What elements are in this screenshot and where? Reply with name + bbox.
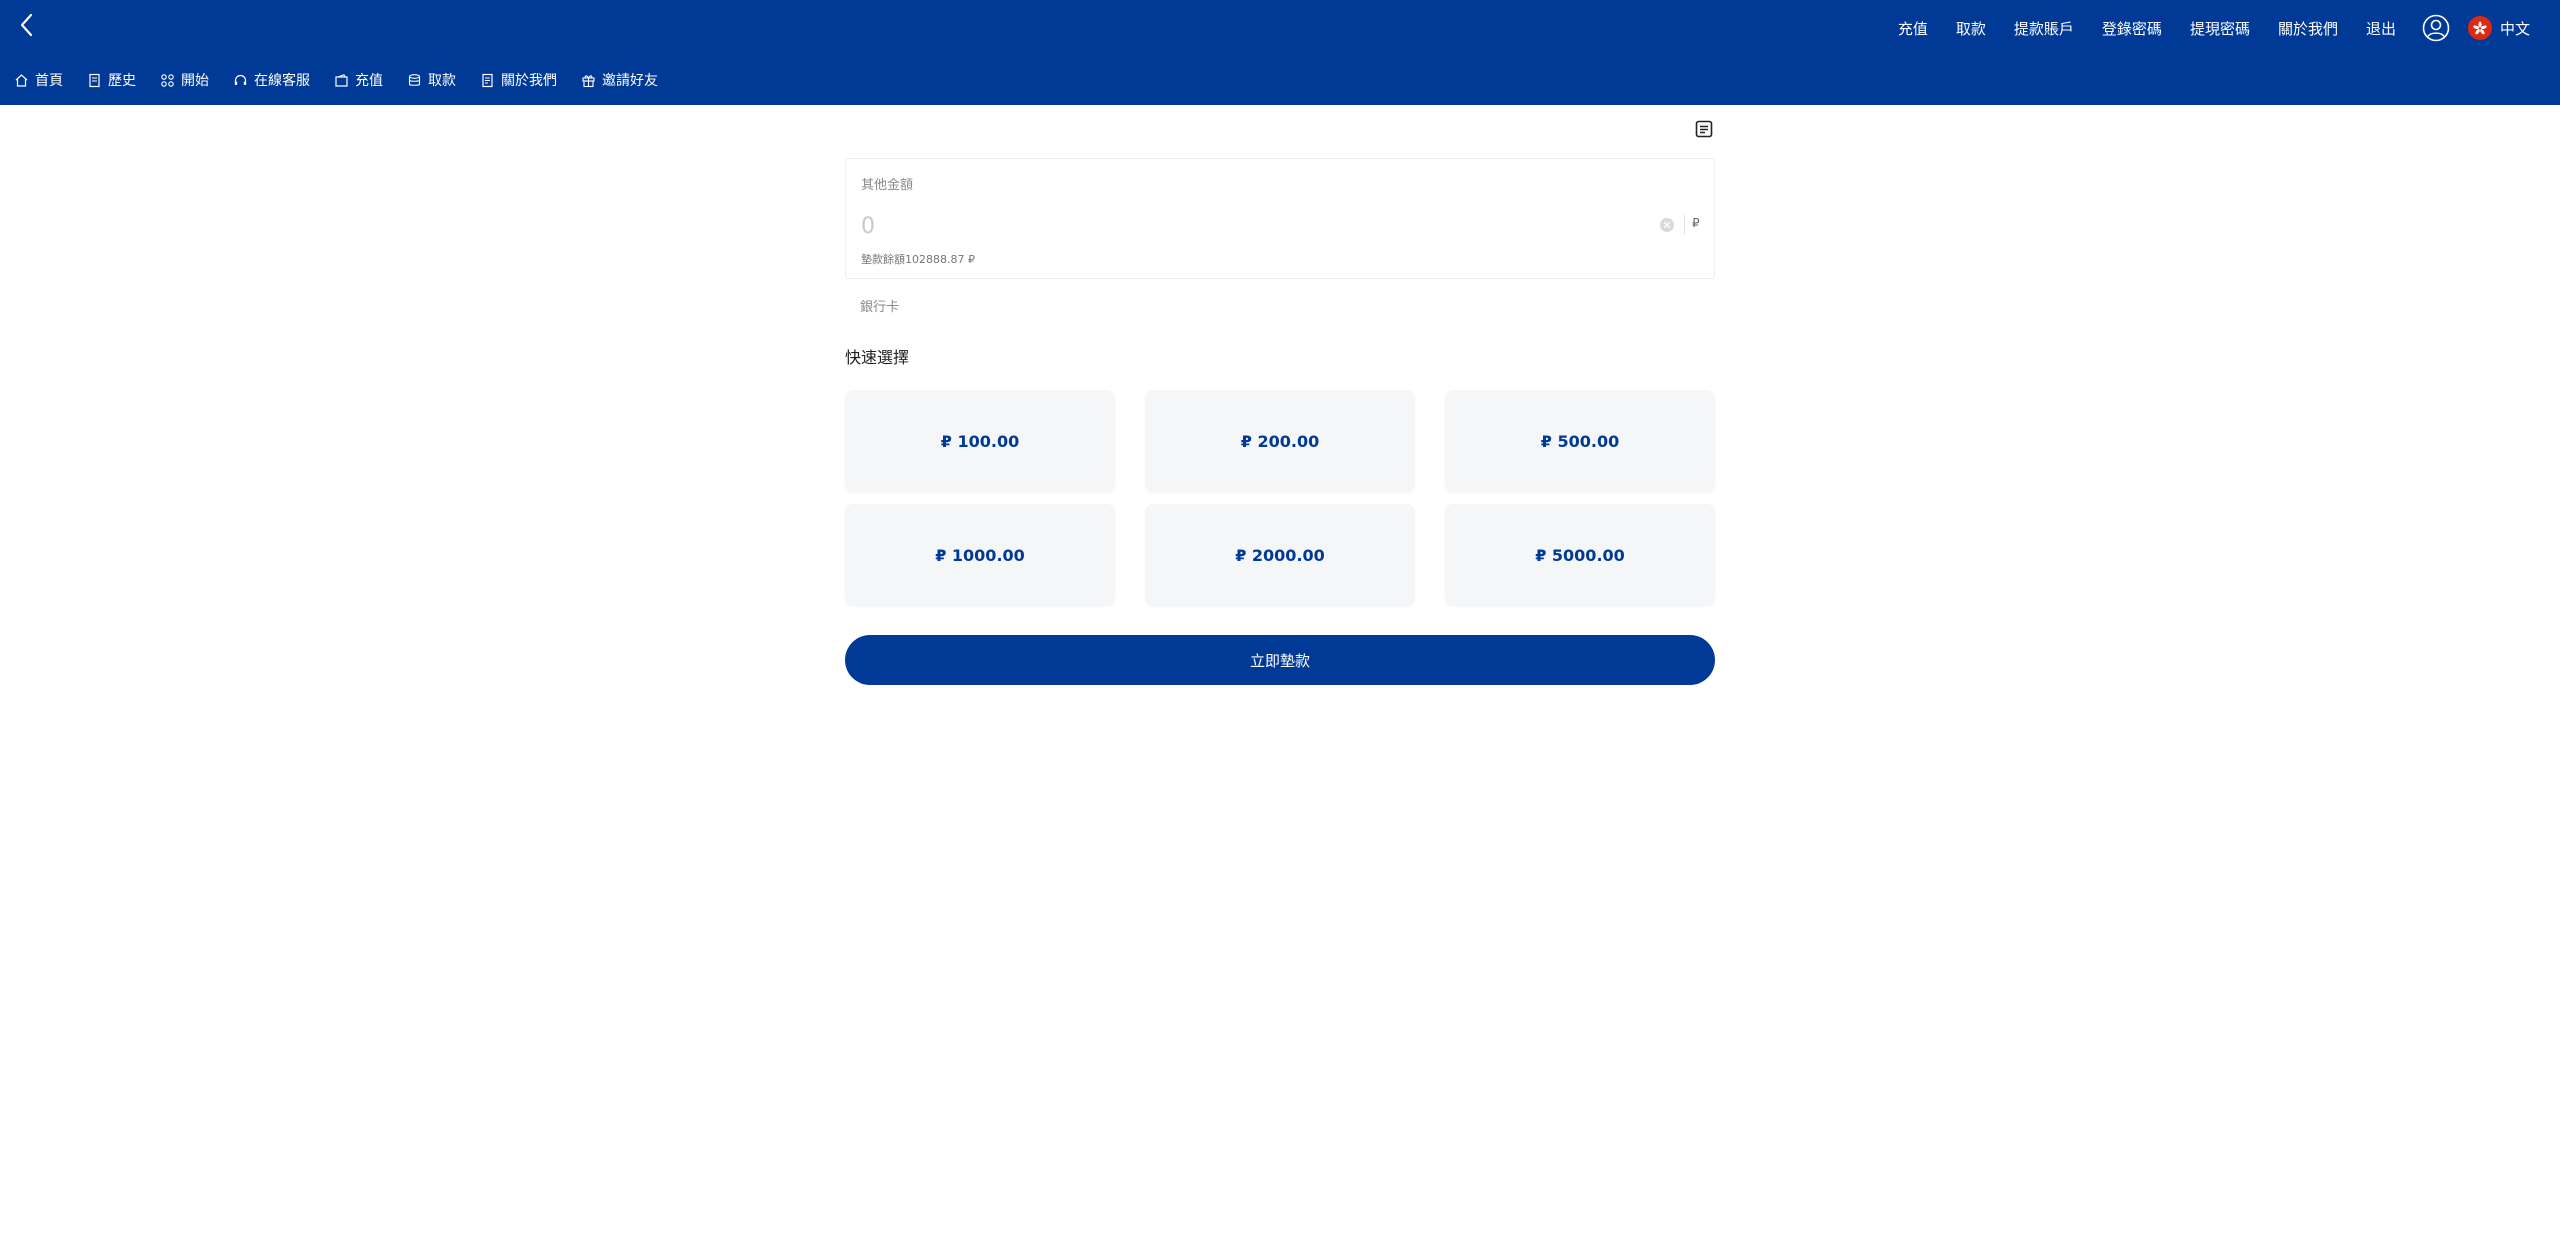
quick-amount-label: ₽ 5000.00 — [1535, 545, 1625, 565]
amount-title: 其他金額 — [861, 178, 914, 193]
quick-amount-100[interactable]: ₽ 100.00 — [845, 390, 1115, 492]
bank-card-selector[interactable]: 銀行卡 — [860, 296, 899, 315]
chevron-left-icon — [20, 13, 33, 37]
nav-label: 歷史 — [108, 73, 136, 89]
app-header: 充值 取款 提款賬戶 登錄密碼 提現密碼 關於我們 退出 中文 首頁 歷史 開始… — [0, 0, 2560, 105]
amount-input[interactable] — [861, 209, 1641, 243]
gift-icon — [582, 74, 595, 87]
top-links: 充值 取款 提款賬戶 登錄密碼 提現密碼 關於我們 退出 中文 — [1870, 0, 2530, 56]
top-link-deposit[interactable]: 充值 — [1898, 18, 1928, 39]
records-button[interactable] — [1694, 119, 1714, 139]
balance-text: 墊款餘額102888.87 ₽ — [861, 253, 975, 266]
nav-item-about-us[interactable]: 關於我們 — [480, 70, 557, 90]
nav-item-withdraw[interactable]: 取款 — [407, 70, 456, 90]
wallet-icon — [335, 73, 348, 87]
nav-label: 關於我們 — [501, 73, 557, 89]
top-link-withdraw-account[interactable]: 提款賬戶 — [2014, 18, 2074, 39]
nav-item-invite-friends[interactable]: 邀請好友 — [581, 70, 658, 90]
language-label: 中文 — [2499, 19, 2530, 38]
quick-amount-200[interactable]: ₽ 200.00 — [1145, 390, 1415, 492]
history-icon — [89, 73, 100, 87]
document-icon — [482, 73, 493, 87]
amount-card: 其他金額 ₽ 墊款餘額102888.87 ₽ — [845, 158, 1715, 279]
coins-icon — [408, 73, 421, 86]
home-icon — [15, 73, 28, 87]
nav-item-deposit[interactable]: 充值 — [334, 70, 383, 90]
quick-amount-2000[interactable]: ₽ 2000.00 — [1145, 504, 1415, 606]
nav-label: 開始 — [181, 73, 209, 89]
quick-amount-label: ₽ 500.00 — [1540, 431, 1620, 451]
clear-button[interactable] — [1659, 217, 1675, 233]
clear-icon — [1660, 218, 1674, 232]
nav-label: 在線客服 — [254, 73, 310, 89]
quick-amount-label: ₽ 100.00 — [940, 431, 1020, 451]
records-icon — [1695, 120, 1713, 138]
top-link-withdraw-password[interactable]: 提現密碼 — [2190, 18, 2250, 39]
top-link-login-password[interactable]: 登錄密碼 — [2102, 18, 2162, 39]
quick-amount-5000[interactable]: ₽ 5000.00 — [1445, 504, 1715, 606]
quick-amount-label: ₽ 2000.00 — [1235, 545, 1325, 565]
top-bar: 充值 取款 提款賬戶 登錄密碼 提現密碼 關於我們 退出 中文 — [0, 0, 2560, 56]
language-selector[interactable]: 中文 — [2467, 16, 2530, 40]
nav-item-home[interactable]: 首頁 — [14, 70, 63, 90]
grid-icon — [161, 73, 174, 87]
nav-item-history[interactable]: 歷史 — [87, 70, 136, 90]
top-link-logout[interactable]: 退出 — [2366, 18, 2396, 39]
main-nav: 首頁 歷史 開始 在線客服 充值 取款 關於我們 邀請好友 — [0, 64, 682, 96]
quick-amount-500[interactable]: ₽ 500.00 — [1445, 390, 1715, 492]
nav-label: 首頁 — [35, 73, 63, 89]
unit-divider — [1684, 215, 1685, 235]
user-avatar-button[interactable] — [2422, 14, 2450, 42]
top-link-withdraw[interactable]: 取款 — [1956, 18, 1986, 39]
nav-label: 取款 — [428, 73, 456, 89]
quick-select-title: 快速選擇 — [845, 348, 910, 367]
hong-kong-flag-icon — [2467, 16, 2492, 40]
quick-amount-label: ₽ 200.00 — [1240, 431, 1320, 451]
top-link-about-us[interactable]: 關於我們 — [2278, 18, 2338, 39]
quick-amount-label: ₽ 1000.00 — [935, 545, 1025, 565]
quick-amount-1000[interactable]: ₽ 1000.00 — [845, 504, 1115, 606]
nav-label: 充值 — [355, 73, 383, 89]
nav-item-customer-service[interactable]: 在線客服 — [233, 70, 310, 90]
currency-unit: ₽ — [1692, 216, 1700, 230]
nav-item-start[interactable]: 開始 — [160, 70, 209, 90]
headset-icon — [234, 74, 247, 85]
nav-label: 邀請好友 — [602, 73, 658, 89]
back-button[interactable] — [12, 10, 42, 40]
submit-withdraw-button[interactable]: 立即墊款 — [845, 635, 1715, 685]
user-icon — [2422, 14, 2450, 42]
